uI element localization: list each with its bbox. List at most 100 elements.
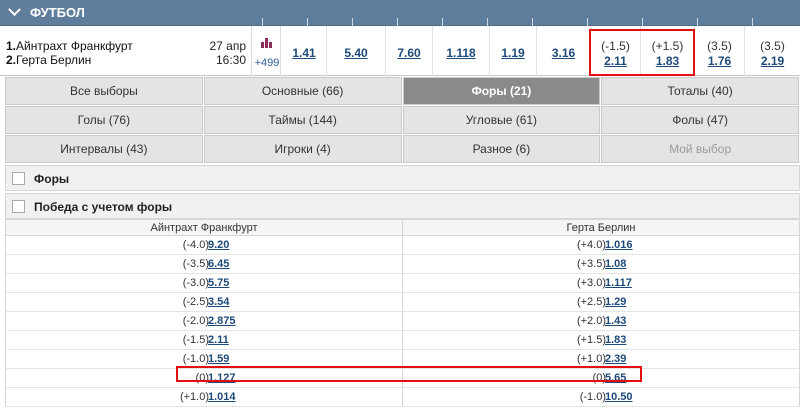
odd-cell[interactable]: 7.60 [386, 26, 433, 76]
total-odd-value[interactable]: 1.76 [695, 54, 744, 68]
team2-cell[interactable]: (+2.0) 1.43 [402, 312, 799, 330]
handicap-table: Айнтрахт Франкфурт Герта Берлин (-4.0) 9.… [5, 219, 800, 407]
team1-number: 1. [6, 39, 17, 53]
odd-value[interactable]: 1.29 [605, 296, 626, 308]
team2-cell[interactable]: (+4.0) 1.016 [402, 236, 799, 254]
handicap-label: (-1.5) [601, 39, 630, 53]
odd-value[interactable]: 1.08 [605, 258, 626, 270]
team2-cell[interactable]: (+3.0) 1.117 [402, 274, 799, 292]
section-handicaps[interactable]: Форы [5, 165, 800, 191]
tab-handicaps[interactable]: Форы (21) [402, 77, 601, 105]
team1-cell[interactable]: (-2.5) 3.54 [6, 293, 402, 311]
team2-cell[interactable]: (+1.0) 2.39 [402, 350, 799, 368]
odd-value[interactable]: 3.54 [208, 296, 229, 308]
odd-value[interactable]: 1.43 [605, 315, 626, 327]
odd-value[interactable]: 2.875 [208, 315, 236, 327]
team1-cell[interactable]: (-3.0) 5.75 [6, 274, 402, 292]
team1-cell[interactable]: (-1.5) 2.11 [6, 331, 402, 349]
tab-fouls[interactable]: Фолы (47) [601, 106, 799, 134]
odd-value[interactable]: 1.19 [490, 46, 536, 60]
chevron-down-icon[interactable] [8, 3, 21, 17]
odd-value[interactable]: 5.65 [605, 372, 626, 384]
table-row: (-3.0) 5.75 (+3.0) 1.117 [5, 274, 800, 293]
handicap-odd-cell[interactable]: (+1.5) 1.83 [641, 26, 695, 76]
handicap-label: (+3.5) [576, 258, 606, 270]
odd-value[interactable]: 1.016 [605, 239, 633, 251]
handicap-label: (+3.0) [576, 277, 606, 289]
odd-value[interactable]: 5.75 [208, 277, 229, 289]
team2-cell[interactable]: (+2.5) 1.29 [402, 293, 799, 311]
handicap-odd-value[interactable]: 1.83 [641, 54, 694, 68]
odd-cell[interactable]: 1.41 [282, 26, 327, 76]
handicap-label: (-3.5) [182, 258, 209, 270]
odd-value[interactable]: 3.16 [537, 46, 590, 60]
tab-players[interactable]: Игроки (4) [203, 135, 402, 163]
section-win-with-handicap[interactable]: Победа с учетом форы [5, 193, 800, 219]
table-row: (-1.5) 2.11 (+1.5) 1.83 [5, 331, 800, 350]
team1-cell[interactable]: (-4.0) 9.20 [6, 236, 402, 254]
tab-goals[interactable]: Голы (76) [5, 106, 203, 134]
odd-cell[interactable]: 1.19 [490, 26, 537, 76]
total-odd-cell[interactable]: (3.5) 1.76 [695, 26, 745, 76]
odd-value[interactable]: 1.014 [208, 391, 236, 403]
team2-cell[interactable]: (+3.5) 1.08 [402, 255, 799, 273]
odd-cell[interactable]: 1.118 [433, 26, 490, 76]
team1-cell[interactable]: (+1.0) 1.014 [6, 388, 402, 406]
tab-totals[interactable]: Тоталы (40) [601, 77, 799, 105]
table-row: (-2.0) 2.875 (+2.0) 1.43 [5, 312, 800, 331]
handicap-label: (0) [592, 372, 606, 384]
stats-icon[interactable] [261, 38, 273, 48]
tab-all[interactable]: Все выборы [5, 77, 203, 105]
odd-value[interactable]: 1.118 [433, 46, 489, 60]
odd-value[interactable]: 7.60 [386, 46, 432, 60]
tab-main[interactable]: Основные (66) [203, 77, 402, 105]
odd-value[interactable]: 2.39 [605, 353, 626, 365]
tab-intervals[interactable]: Интервалы (43) [5, 135, 203, 163]
sport-title: ФУТБОЛ [30, 5, 85, 20]
tab-my-choice[interactable]: Мой выбор [601, 135, 799, 163]
handicap-odd-value[interactable]: 2.11 [591, 54, 640, 68]
team2-cell[interactable]: (-1.0) 10.50 [402, 388, 799, 406]
total-odd-value[interactable]: 2.19 [745, 54, 800, 68]
section-checkbox[interactable] [12, 200, 25, 213]
table-row: (-3.5) 6.45 (+3.5) 1.08 [5, 255, 800, 274]
team1-cell[interactable]: (-3.5) 6.45 [6, 255, 402, 273]
table-row: (0) 1.127 (0) 5.65 [5, 369, 800, 388]
section-checkbox[interactable] [12, 172, 25, 185]
odd-value[interactable]: 2.11 [208, 334, 229, 346]
handicap-odd-cell[interactable]: (-1.5) 2.11 [591, 26, 641, 76]
team1-cell[interactable]: (0) 1.127 [6, 369, 402, 387]
match-date: 27 апр [209, 39, 246, 53]
odd-value[interactable]: 1.83 [605, 334, 626, 346]
team2-cell[interactable]: (+1.5) 1.83 [402, 331, 799, 349]
odd-value[interactable]: 6.45 [208, 258, 229, 270]
tab-misc[interactable]: Разное (6) [402, 135, 601, 163]
total-odd-cell[interactable]: (3.5) 2.19 [745, 26, 800, 76]
tab-halves[interactable]: Таймы (144) [203, 106, 402, 134]
team1-cell[interactable]: (-1.0) 1.59 [6, 350, 402, 368]
section-title: Победа с учетом форы [34, 200, 173, 214]
team1-cell[interactable]: (-2.0) 2.875 [6, 312, 402, 330]
odd-value[interactable]: 1.41 [282, 46, 326, 60]
teams[interactable]: 1.Айнтрахт Франкфурт 2.Герта Берлин [6, 39, 133, 67]
odd-value[interactable]: 1.59 [208, 353, 229, 365]
odd-value[interactable]: 5.40 [327, 46, 385, 60]
tab-row: Голы (76) Таймы (144) Угловые (61) Фолы … [5, 106, 800, 134]
more-markets-link[interactable]: +499 [253, 57, 281, 69]
table-row: (+1.0) 1.014 (-1.0) 10.50 [5, 388, 800, 407]
handicap-label: (+1.5) [576, 334, 606, 346]
stats-cell[interactable]: +499 [251, 26, 281, 76]
match-datetime: 27 апр 16:30 [200, 39, 246, 67]
sport-header[interactable]: ФУТБОЛ [0, 0, 800, 26]
odd-value[interactable]: 1.117 [605, 277, 632, 289]
team1-name: Айнтрахт Франкфурт [16, 39, 133, 53]
handicap-label: (0) [195, 372, 209, 384]
tab-corners[interactable]: Угловые (61) [402, 106, 601, 134]
odd-value[interactable]: 9.20 [208, 239, 229, 251]
team2-cell[interactable]: (0) 5.65 [402, 369, 799, 387]
odd-value[interactable]: 10.50 [605, 391, 633, 403]
odd-cell[interactable]: 5.40 [327, 26, 386, 76]
odd-cell[interactable]: 3.16 [537, 26, 591, 76]
match-time: 16:30 [215, 53, 246, 67]
odd-value[interactable]: 1.127 [208, 372, 236, 384]
